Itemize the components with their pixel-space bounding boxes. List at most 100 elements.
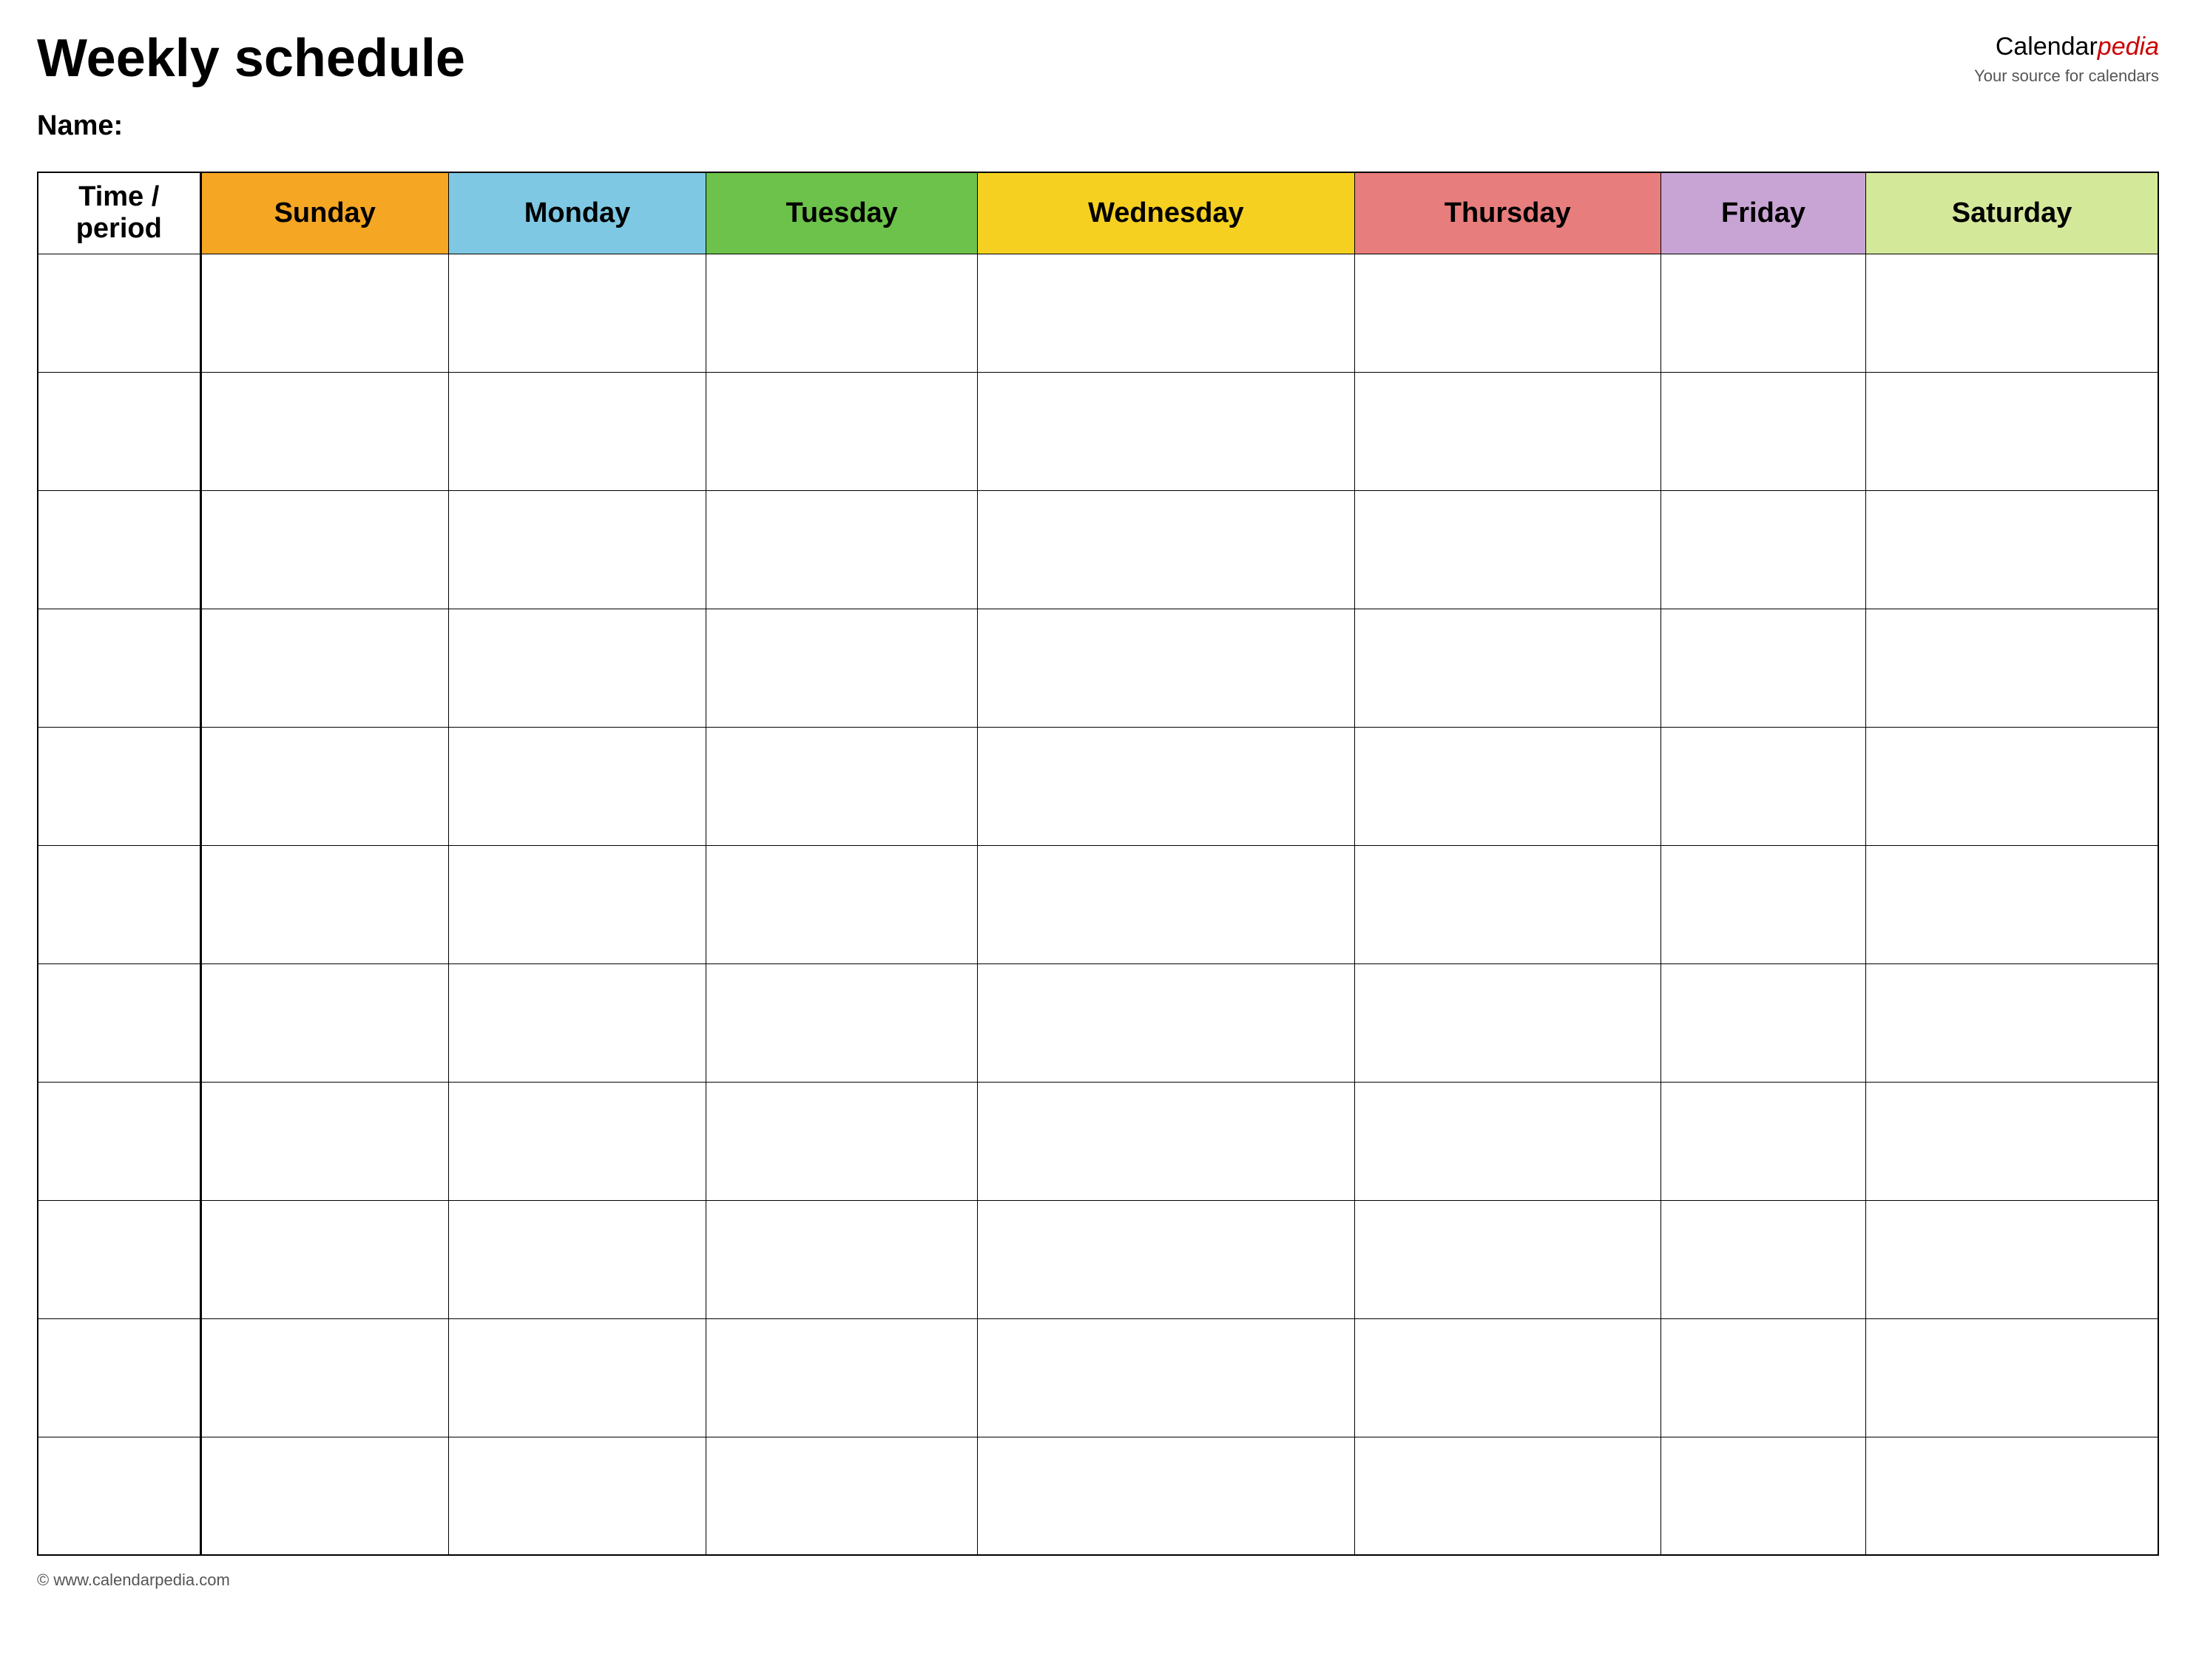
schedule-cell[interactable] xyxy=(200,1318,448,1437)
schedule-cell[interactable] xyxy=(1866,1318,2158,1437)
time-cell[interactable] xyxy=(38,372,200,490)
schedule-cell[interactable] xyxy=(978,490,1354,609)
schedule-cell[interactable] xyxy=(706,845,978,963)
schedule-cell[interactable] xyxy=(448,1200,706,1318)
schedule-cell[interactable] xyxy=(1354,845,1660,963)
logo-subtitle: Your source for calendars xyxy=(1974,65,2159,88)
schedule-cell[interactable] xyxy=(1660,1082,1865,1200)
schedule-cell[interactable] xyxy=(200,1082,448,1200)
schedule-cell[interactable] xyxy=(200,845,448,963)
schedule-cell[interactable] xyxy=(1354,1437,1660,1555)
schedule-cell[interactable] xyxy=(1866,490,2158,609)
schedule-cell[interactable] xyxy=(1866,1437,2158,1555)
schedule-cell[interactable] xyxy=(448,727,706,845)
schedule-cell[interactable] xyxy=(978,963,1354,1082)
table-row xyxy=(38,1437,2158,1555)
schedule-cell[interactable] xyxy=(448,963,706,1082)
schedule-cell[interactable] xyxy=(706,1437,978,1555)
schedule-cell[interactable] xyxy=(978,1200,1354,1318)
schedule-cell[interactable] xyxy=(200,727,448,845)
page-title: Weekly schedule xyxy=(37,30,465,88)
schedule-cell[interactable] xyxy=(978,1082,1354,1200)
time-cell[interactable] xyxy=(38,1437,200,1555)
schedule-cell[interactable] xyxy=(1354,609,1660,727)
schedule-cell[interactable] xyxy=(448,254,706,372)
table-row xyxy=(38,1082,2158,1200)
schedule-cell[interactable] xyxy=(1660,609,1865,727)
table-row xyxy=(38,490,2158,609)
schedule-cell[interactable] xyxy=(1660,727,1865,845)
schedule-cell[interactable] xyxy=(978,845,1354,963)
schedule-cell[interactable] xyxy=(706,254,978,372)
schedule-cell[interactable] xyxy=(706,963,978,1082)
schedule-cell[interactable] xyxy=(978,609,1354,727)
schedule-cell[interactable] xyxy=(1660,1318,1865,1437)
schedule-cell[interactable] xyxy=(200,609,448,727)
schedule-cell[interactable] xyxy=(706,372,978,490)
time-cell[interactable] xyxy=(38,1200,200,1318)
schedule-cell[interactable] xyxy=(200,490,448,609)
schedule-cell[interactable] xyxy=(200,1200,448,1318)
schedule-cell[interactable] xyxy=(200,372,448,490)
schedule-cell[interactable] xyxy=(1354,1318,1660,1437)
time-cell[interactable] xyxy=(38,609,200,727)
tuesday-header: Tuesday xyxy=(706,172,978,254)
schedule-cell[interactable] xyxy=(1660,372,1865,490)
schedule-cell[interactable] xyxy=(1354,727,1660,845)
time-cell[interactable] xyxy=(38,727,200,845)
schedule-cell[interactable] xyxy=(1354,372,1660,490)
schedule-cell[interactable] xyxy=(1660,490,1865,609)
schedule-cell[interactable] xyxy=(448,609,706,727)
schedule-cell[interactable] xyxy=(1354,1082,1660,1200)
schedule-cell[interactable] xyxy=(1660,963,1865,1082)
schedule-cell[interactable] xyxy=(706,1200,978,1318)
schedule-cell[interactable] xyxy=(448,845,706,963)
logo-area: Calendarpedia Your source for calendars xyxy=(1974,30,2159,87)
schedule-cell[interactable] xyxy=(1866,372,2158,490)
time-cell[interactable] xyxy=(38,490,200,609)
schedule-cell[interactable] xyxy=(448,490,706,609)
schedule-cell[interactable] xyxy=(1660,1437,1865,1555)
schedule-cell[interactable] xyxy=(1866,1200,2158,1318)
schedule-cell[interactable] xyxy=(1866,1082,2158,1200)
name-label: Name: xyxy=(37,110,2159,142)
schedule-cell[interactable] xyxy=(448,372,706,490)
schedule-cell[interactable] xyxy=(448,1437,706,1555)
schedule-cell[interactable] xyxy=(1866,845,2158,963)
schedule-cell[interactable] xyxy=(448,1082,706,1200)
schedule-cell[interactable] xyxy=(978,727,1354,845)
time-cell[interactable] xyxy=(38,1318,200,1437)
time-cell[interactable] xyxy=(38,963,200,1082)
schedule-cell[interactable] xyxy=(1866,963,2158,1082)
schedule-cell[interactable] xyxy=(1354,963,1660,1082)
schedule-cell[interactable] xyxy=(1354,254,1660,372)
thursday-header: Thursday xyxy=(1354,172,1660,254)
table-row xyxy=(38,727,2158,845)
schedule-cell[interactable] xyxy=(1866,727,2158,845)
footer-url: © www.calendarpedia.com xyxy=(37,1571,230,1589)
schedule-cell[interactable] xyxy=(706,1318,978,1437)
schedule-cell[interactable] xyxy=(448,1318,706,1437)
time-cell[interactable] xyxy=(38,1082,200,1200)
schedule-cell[interactable] xyxy=(1660,254,1865,372)
schedule-cell[interactable] xyxy=(1660,845,1865,963)
schedule-cell[interactable] xyxy=(978,1437,1354,1555)
schedule-cell[interactable] xyxy=(1354,1200,1660,1318)
schedule-cell[interactable] xyxy=(200,254,448,372)
schedule-cell[interactable] xyxy=(706,609,978,727)
schedule-cell[interactable] xyxy=(978,372,1354,490)
schedule-cell[interactable] xyxy=(1660,1200,1865,1318)
time-cell[interactable] xyxy=(38,845,200,963)
schedule-cell[interactable] xyxy=(1866,609,2158,727)
schedule-cell[interactable] xyxy=(1354,490,1660,609)
time-cell[interactable] xyxy=(38,254,200,372)
table-row xyxy=(38,372,2158,490)
schedule-cell[interactable] xyxy=(200,963,448,1082)
schedule-cell[interactable] xyxy=(706,1082,978,1200)
schedule-cell[interactable] xyxy=(706,727,978,845)
schedule-cell[interactable] xyxy=(200,1437,448,1555)
schedule-cell[interactable] xyxy=(978,254,1354,372)
schedule-cell[interactable] xyxy=(978,1318,1354,1437)
schedule-cell[interactable] xyxy=(706,490,978,609)
schedule-cell[interactable] xyxy=(1866,254,2158,372)
